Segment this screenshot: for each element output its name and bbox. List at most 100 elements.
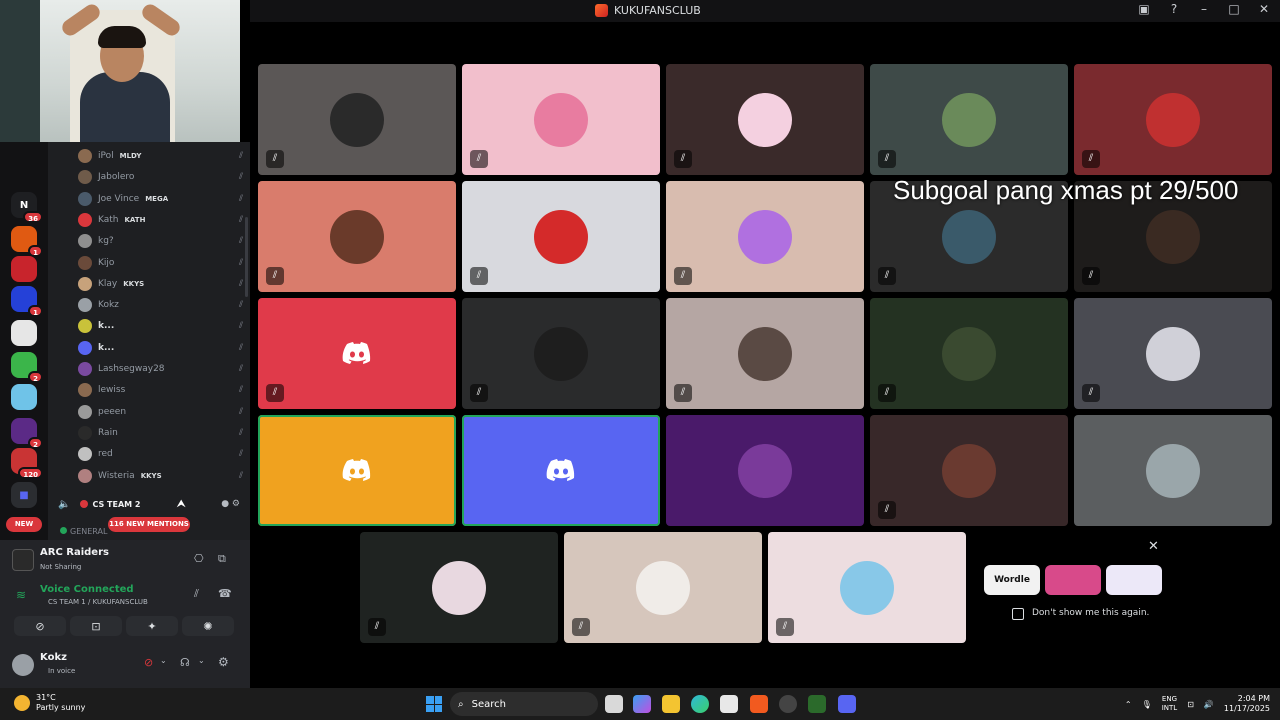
voice-channel-path[interactable]: CS TEAM 1 / KUKUFANSCLUB — [48, 598, 148, 606]
server-icon[interactable] — [11, 384, 37, 410]
help-icon[interactable]: ? — [1166, 2, 1182, 16]
participant-tile[interactable]: ⫽ — [768, 532, 966, 643]
voice-member[interactable]: k... ⫽ — [78, 316, 243, 336]
copilot-icon[interactable] — [633, 695, 651, 713]
weather-widget[interactable]: 31°C Partly sunny — [14, 693, 85, 713]
participant-tile[interactable]: ⫽ — [870, 415, 1068, 526]
camera-off-button[interactable]: ⊘ — [14, 616, 66, 636]
server-icon[interactable]: 2 — [11, 418, 43, 449]
voice-member[interactable]: peeen ⫽ — [78, 402, 243, 422]
voice-member[interactable]: Kath KATH ⫽ — [78, 210, 243, 230]
participant-tile[interactable]: ⫽ — [258, 181, 456, 292]
participant-tile[interactable]: ⫽ — [870, 298, 1068, 409]
clock[interactable]: 2:04 PM 11/17/2025 — [1224, 694, 1270, 714]
controller-icon[interactable]: ⎔ — [194, 552, 204, 565]
avatar — [78, 447, 92, 462]
network-icon[interactable]: ⊡ — [1187, 700, 1194, 709]
obs-icon[interactable] — [779, 695, 797, 713]
mic-muted-icon: ⫽ — [238, 364, 243, 374]
pen-app-icon[interactable] — [808, 695, 826, 713]
gear-icon[interactable]: ⚙ — [218, 655, 229, 669]
participant-tile[interactable] — [258, 415, 456, 526]
participant-tile[interactable] — [1074, 415, 1272, 526]
server-icon[interactable]: N 36 — [11, 192, 43, 223]
chevron-up-icon[interactable]: ⌃ — [1125, 700, 1132, 709]
server-icon[interactable]: 120 — [11, 448, 43, 479]
voice-member[interactable]: Lashsegway28 ⫽ — [78, 359, 243, 379]
participant-tile[interactable] — [462, 415, 660, 526]
participant-tile[interactable]: ⫽ — [258, 298, 456, 409]
user-avatar[interactable] — [12, 654, 34, 676]
headphones-icon[interactable]: ☊ — [180, 656, 190, 669]
voice-member[interactable]: Jabolero ⫽ — [78, 167, 243, 187]
minimize-button[interactable]: – — [1196, 2, 1212, 16]
disconnect-icon[interactable]: ☎ — [218, 587, 232, 600]
volume-icon[interactable]: 🔊 — [1204, 700, 1214, 709]
participant-tile[interactable]: ⫽ — [870, 64, 1068, 175]
participant-tile[interactable]: ⫽ — [360, 532, 558, 643]
voice-member[interactable]: Rain ⫽ — [78, 423, 243, 443]
participant-tile[interactable]: ⫽ — [462, 64, 660, 175]
participant-tile[interactable]: ⫽ — [462, 298, 660, 409]
noise-suppression-icon[interactable]: ⫽ — [194, 587, 199, 601]
voice-member[interactable]: Klay KKYS ⫽ — [78, 274, 243, 294]
voice-member[interactable]: kg? ⫽ — [78, 231, 243, 251]
voice-member[interactable]: Joe Vince MEGA ⫽ — [78, 189, 243, 209]
window-title: KUKUFANSCLUB — [614, 4, 701, 17]
server-icon[interactable]: 1 — [11, 286, 43, 317]
category-general[interactable]: GENERAL — [60, 527, 107, 536]
language-indicator[interactable]: ENG INTL — [1162, 695, 1177, 713]
discord-taskbar-icon[interactable] — [838, 695, 856, 713]
chevron-down-icon[interactable]: ⌄ — [198, 656, 205, 665]
participant-tile[interactable] — [666, 415, 864, 526]
voice-member[interactable]: iPol MLDY ⫽ — [78, 146, 243, 166]
member-list-scrollbar[interactable] — [245, 217, 248, 297]
participant-tile[interactable]: ⫽ — [564, 532, 762, 643]
voice-member[interactable]: Kijo ⫽ — [78, 253, 243, 273]
activity-card[interactable]: Wordle — [984, 565, 1040, 595]
new-unreads-pill[interactable]: NEW — [6, 517, 42, 532]
participant-tile[interactable]: ⫽ — [666, 64, 864, 175]
taskbar-search[interactable]: ⌕ Search — [450, 692, 598, 716]
voice-member[interactable]: Wisteria KKYS ⫽ — [78, 466, 243, 486]
chevron-down-icon[interactable]: ⌄ — [160, 656, 167, 665]
start-button[interactable] — [426, 696, 442, 712]
share-screen-icon[interactable]: ⧉ — [218, 552, 226, 566]
voice-member[interactable]: lewiss ⫽ — [78, 380, 243, 400]
activities-button[interactable]: ✦ — [126, 616, 178, 636]
participant-tile[interactable]: ⫽ — [1074, 64, 1272, 175]
task-view-icon[interactable] — [605, 695, 623, 713]
voice-member[interactable]: Kokz ⫽ — [78, 295, 243, 315]
new-mentions-pill[interactable]: 116 NEW MENTIONS — [108, 517, 190, 532]
screen-share-button[interactable]: ⊡ — [70, 616, 122, 636]
participant-tile[interactable]: ⫽ — [462, 181, 660, 292]
mic-muted-icon[interactable]: ⊘ — [144, 656, 153, 669]
activity-card[interactable] — [1106, 565, 1162, 595]
file-explorer-icon[interactable] — [662, 695, 680, 713]
participant-avatar — [738, 327, 792, 381]
soundboard-button[interactable]: ✺ — [182, 616, 234, 636]
server-icon[interactable]: 2 — [11, 352, 43, 383]
voice-member[interactable]: k... ⫽ — [78, 338, 243, 358]
dont-show-checkbox[interactable] — [1012, 608, 1024, 620]
close-icon[interactable]: ✕ — [1148, 539, 1159, 554]
edge-icon[interactable] — [691, 695, 709, 713]
folder-icon[interactable]: ■ — [11, 482, 37, 508]
voice-member[interactable]: red ⫽ — [78, 444, 243, 464]
participant-tile[interactable]: ⫽ — [258, 64, 456, 175]
inbox-icon[interactable]: ▣ — [1136, 2, 1152, 16]
server-icon[interactable] — [11, 320, 37, 346]
server-icon[interactable]: 1 — [11, 226, 43, 257]
activity-card[interactable] — [1045, 565, 1101, 595]
participant-tile[interactable]: ⫽ — [1074, 298, 1272, 409]
store-icon[interactable] — [720, 695, 738, 713]
maximize-button[interactable]: □ — [1226, 2, 1242, 16]
microphone-icon[interactable]: 🎙 — [1142, 700, 1152, 709]
voice-channel-cs-team-2[interactable]: 🔈 CS TEAM 2 ⮝ ● ⚙ — [48, 494, 250, 514]
server-icon[interactable] — [11, 256, 37, 282]
brave-icon[interactable] — [750, 695, 768, 713]
webcam-person-body — [80, 72, 170, 142]
close-button[interactable]: ✕ — [1256, 2, 1272, 16]
participant-tile[interactable]: ⫽ — [666, 298, 864, 409]
participant-tile[interactable]: ⫽ — [666, 181, 864, 292]
